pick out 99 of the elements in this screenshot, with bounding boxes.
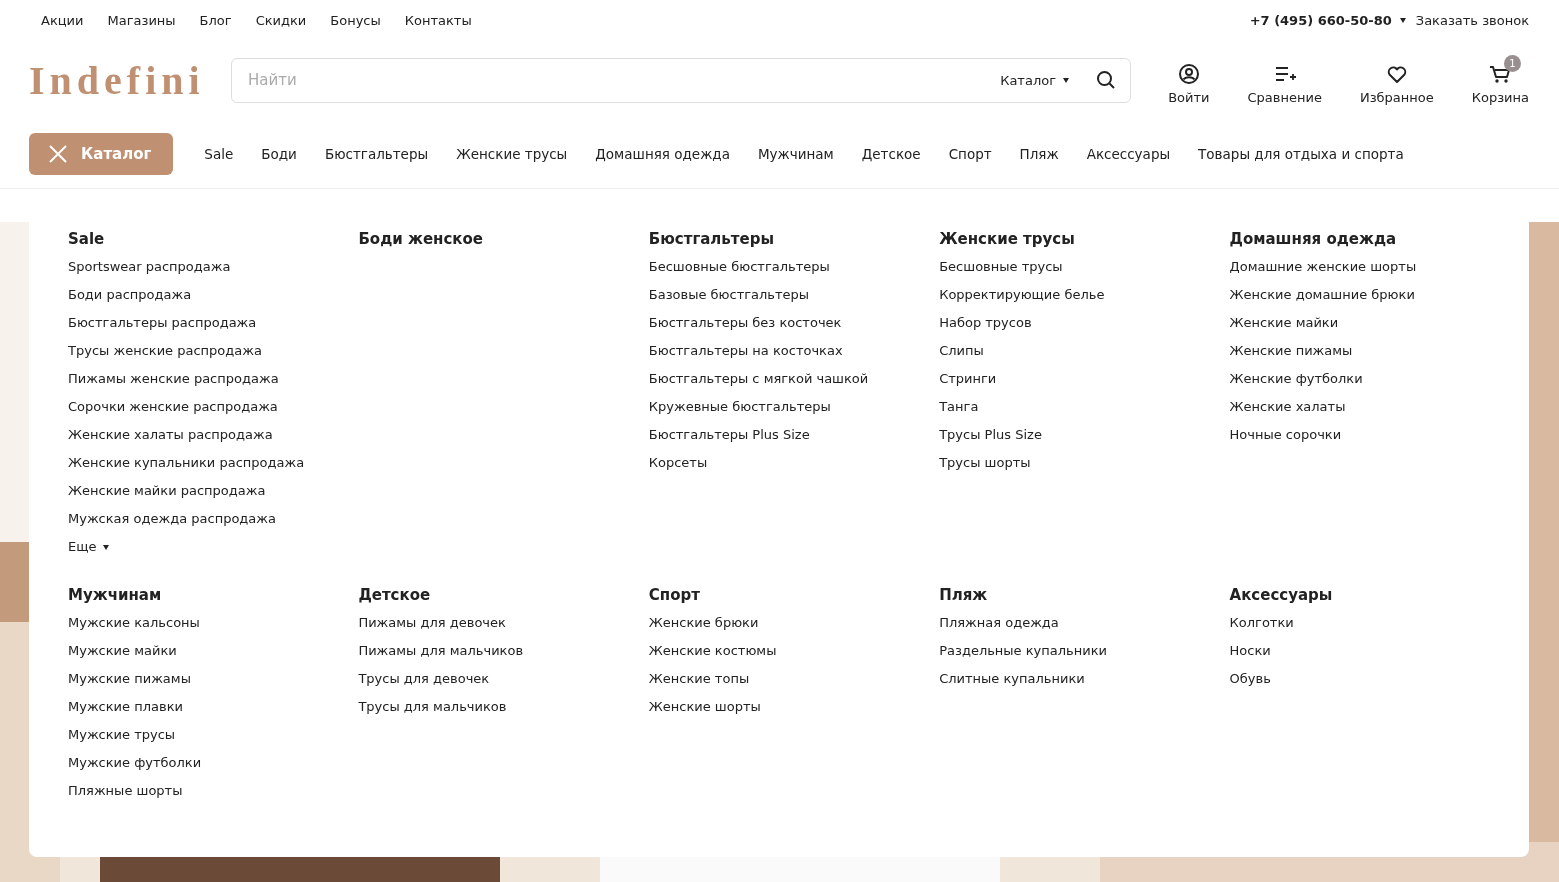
nav-link[interactable]: Боди [247, 146, 311, 162]
category-link[interactable]: Женские халаты [1229, 398, 1520, 416]
category-link[interactable]: Мужская одежда распродажа [68, 510, 359, 528]
top-link[interactable]: Контакты [404, 12, 472, 28]
nav-link[interactable]: Аксессуары [1072, 146, 1185, 162]
category-heading[interactable]: Боди женское [358, 230, 649, 248]
close-icon [49, 145, 67, 163]
callback-link[interactable]: Заказать звонок [1415, 12, 1529, 28]
category-link[interactable]: Танга [939, 398, 1230, 416]
phone-number[interactable]: +7 (495) 660-50-80 [1249, 12, 1392, 28]
nav-link[interactable]: Домашняя одежда [581, 146, 744, 162]
category-link[interactable]: Бюстгальтеры на косточках [648, 342, 940, 360]
category-heading[interactable]: Детское [358, 586, 649, 604]
category-link[interactable]: Женские халаты распродажа [68, 426, 359, 444]
category-link[interactable]: Женские топы [648, 670, 940, 688]
more-link[interactable]: Еще [68, 538, 97, 556]
category-link[interactable]: Обувь [1229, 670, 1520, 688]
category-link[interactable]: Домашние женские шорты [1229, 258, 1520, 276]
category-link[interactable]: Трусы шорты [939, 454, 1230, 472]
category-link[interactable]: Бесшовные трусы [939, 258, 1230, 276]
category-link[interactable]: Базовые бюстгальтеры [648, 286, 940, 304]
category-heading[interactable]: Женские трусы [939, 230, 1230, 248]
category-link[interactable]: Мужские футболки [68, 754, 359, 772]
cart-icon [1489, 63, 1512, 85]
nav-link[interactable]: Спорт [934, 146, 1006, 162]
category-link[interactable]: Женские шорты [648, 698, 940, 716]
top-link[interactable]: Блог [199, 12, 232, 28]
nav-link[interactable]: Мужчинам [743, 146, 848, 162]
header-action[interactable]: Войти [1168, 55, 1210, 105]
category-link[interactable]: Женские футболки [1229, 370, 1520, 388]
top-link[interactable]: Скидки [255, 12, 307, 28]
category-link[interactable]: Корректирующие белье [939, 286, 1230, 304]
category-link[interactable]: Мужские плавки [68, 698, 359, 716]
nav-link[interactable]: Sale [190, 146, 248, 162]
category-link[interactable]: Трусы женские распродажа [68, 342, 359, 360]
category-link[interactable]: Трусы Plus Size [939, 426, 1230, 444]
category-link[interactable]: Кружевные бюстгальтеры [648, 398, 940, 416]
category-link[interactable]: Набор трусов [939, 314, 1230, 332]
nav-link[interactable]: Детское [847, 146, 935, 162]
header-action[interactable]: Избранное [1359, 55, 1434, 105]
category-link[interactable]: Женские пижамы [1229, 342, 1520, 360]
category-heading[interactable]: Бюстгальтеры [648, 230, 940, 248]
category-link[interactable]: Женские домашние брюки [1229, 286, 1520, 304]
search-field[interactable]: Найти Каталог [231, 57, 1131, 103]
category-link[interactable]: Корсеты [648, 454, 940, 472]
caret-icon [103, 544, 110, 550]
category-link[interactable]: Мужские майки [68, 642, 359, 660]
count-badge: 1 [1504, 55, 1521, 72]
category-heading[interactable]: Домашняя одежда [1229, 230, 1520, 248]
caret-icon [1062, 77, 1070, 83]
category-heading[interactable]: Аксессуары [1229, 586, 1520, 604]
category-link[interactable]: Ночные сорочки [1229, 426, 1520, 444]
caret-icon[interactable] [1399, 17, 1406, 23]
category-link[interactable]: Женские костюмы [648, 642, 940, 660]
category-link[interactable]: Трусы для мальчиков [358, 698, 649, 716]
category-link[interactable]: Раздельные купальники [939, 642, 1230, 660]
category-link[interactable]: Женские брюки [648, 614, 940, 632]
category-link[interactable]: Пижамы для девочек [358, 614, 649, 632]
category-link[interactable]: Мужские трусы [68, 726, 359, 744]
user-icon [1177, 63, 1200, 85]
search-icon[interactable] [1096, 70, 1116, 90]
category-link[interactable]: Бесшовные бюстгальтеры [648, 258, 940, 276]
header-action[interactable]: Корзина 1 [1471, 55, 1529, 105]
category-link[interactable]: Слипы [939, 342, 1230, 360]
category-link[interactable]: Носки [1229, 642, 1520, 660]
nav-link[interactable]: Товары для отдыха и спорта [1184, 146, 1418, 162]
category-link[interactable]: Мужские кальсоны [68, 614, 359, 632]
category-link[interactable]: Бюстгальтеры без косточек [648, 314, 940, 332]
category-link[interactable]: Колготки [1229, 614, 1520, 632]
category-heading[interactable]: Sale [68, 230, 359, 248]
category-link[interactable]: Женские майки [1229, 314, 1520, 332]
category-link[interactable]: Пляжная одежда [939, 614, 1230, 632]
category-link[interactable]: Sportswear распродажа [68, 258, 359, 276]
category-link[interactable]: Трусы для девочек [358, 670, 649, 688]
category-link[interactable]: Сорочки женские распродажа [68, 398, 359, 416]
category-link[interactable]: Боди распродажа [68, 286, 359, 304]
nav-link[interactable]: Пляж [1005, 146, 1073, 162]
top-link[interactable]: Акции [41, 12, 84, 28]
top-link[interactable]: Магазины [107, 12, 176, 28]
top-link[interactable]: Бонусы [330, 12, 381, 28]
category-link[interactable]: Женские майки распродажа [68, 482, 359, 500]
category-link[interactable]: Бюстгальтеры Plus Size [648, 426, 940, 444]
category-heading[interactable]: Пляж [939, 586, 1230, 604]
category-link[interactable]: Бюстгальтеры распродажа [68, 314, 359, 332]
nav-link[interactable]: Женские трусы [442, 146, 582, 162]
header-action[interactable]: Сравнение [1247, 55, 1322, 105]
category-link[interactable]: Женские купальники распродажа [68, 454, 359, 472]
category-link[interactable]: Пижамы для мальчиков [358, 642, 649, 660]
nav-link[interactable]: Бюстгальтеры [310, 146, 443, 162]
category-link[interactable]: Мужские пижамы [68, 670, 359, 688]
category-link[interactable]: Стринги [939, 370, 1230, 388]
catalog-dropdown[interactable]: Каталог [1000, 72, 1056, 88]
category-link[interactable]: Бюстгальтеры с мягкой чашкой [648, 370, 940, 388]
category-link[interactable]: Пляжные шорты [68, 782, 359, 800]
category-link[interactable]: Пижамы женские распродажа [68, 370, 359, 388]
heart-icon [1385, 63, 1408, 85]
category-link[interactable]: Слитные купальники [939, 670, 1230, 688]
category-heading[interactable]: Спорт [648, 586, 940, 604]
category-heading[interactable]: Мужчинам [68, 586, 359, 604]
